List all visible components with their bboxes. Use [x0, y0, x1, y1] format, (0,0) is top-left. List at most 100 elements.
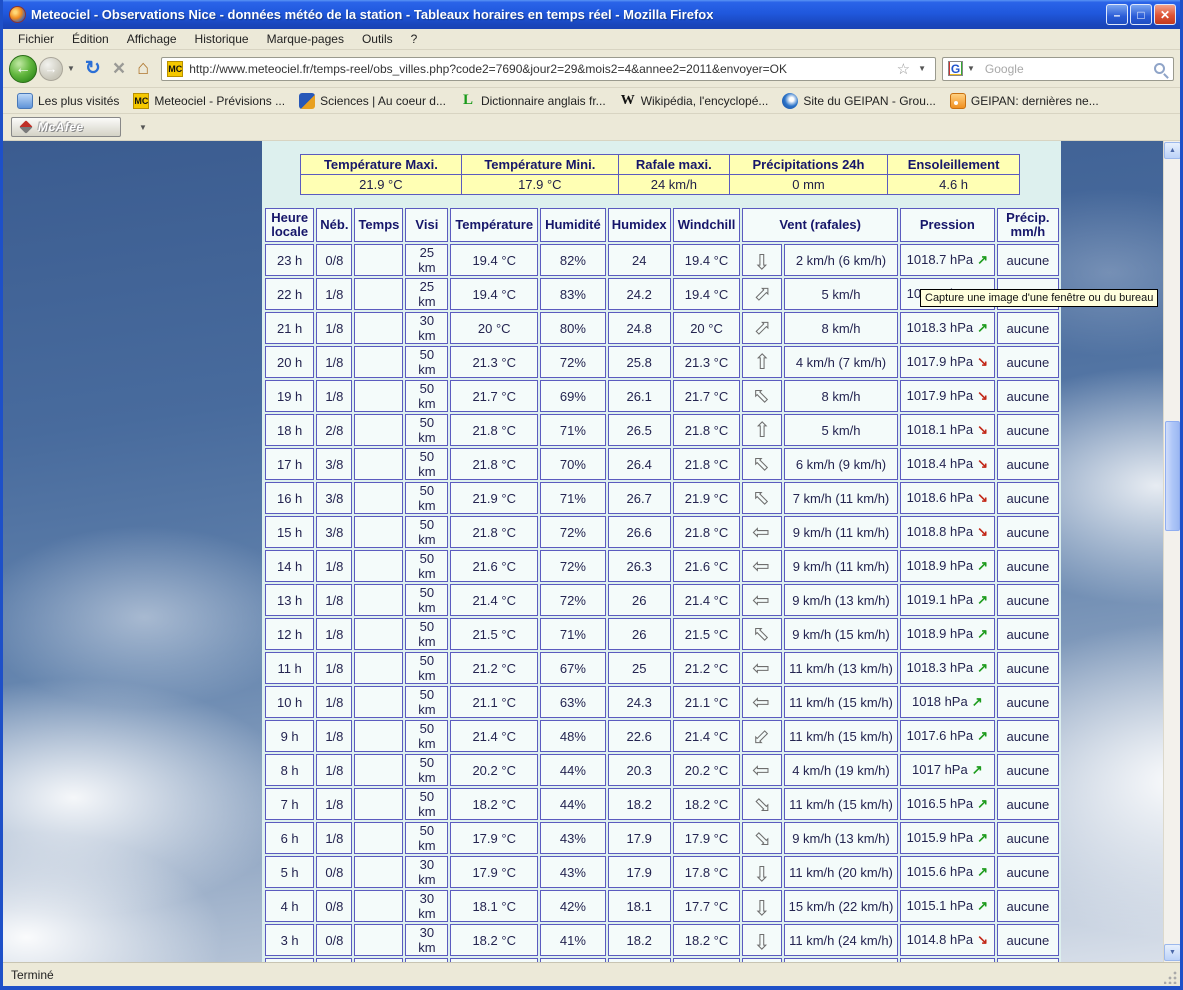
cell-pression: 1017.9 hPa↘	[900, 346, 995, 378]
cell-humidite: 43%	[540, 856, 606, 888]
cell-windchill: 21.8 °C	[673, 414, 741, 446]
cell-vent: 9 km/h (15 km/h)	[784, 618, 898, 650]
rss-icon	[950, 93, 966, 109]
bookmark-item-2[interactable]: Sciences | Au coeur d...	[293, 91, 452, 111]
cell-humidite: 71%	[540, 414, 606, 446]
cell-nebulosite: 1/8	[316, 550, 352, 582]
title-bar[interactable]: Meteociel - Observations Nice - données …	[3, 0, 1180, 29]
search-icon[interactable]	[1154, 63, 1165, 74]
bookmark-item-1[interactable]: MCMeteociel - Prévisions ...	[127, 91, 291, 111]
table-row: 14 h1/850 km21.6 °C72%26.321.6 °C⇧9 km/h…	[265, 550, 1059, 582]
cell-vent-direction: ⇧	[742, 686, 782, 718]
wind-direction-icon: ⇧	[753, 930, 771, 951]
table-row: 13 h1/850 km21.4 °C72%2621.4 °C⇧9 km/h (…	[265, 584, 1059, 616]
cell-nebulosite: 1/8	[316, 686, 352, 718]
cell-windchill: 21.3 °C	[673, 346, 741, 378]
cell-vent-direction: ⇧	[742, 924, 782, 956]
cell-temps	[354, 754, 403, 786]
maximize-button[interactable]: □	[1130, 4, 1152, 25]
back-button[interactable]: ←	[9, 55, 37, 83]
url-text[interactable]: http://www.meteociel.fr/temps-reel/obs_v…	[189, 62, 892, 76]
cell-temperature: 18.1 °C	[450, 890, 538, 922]
url-dropdown-icon[interactable]: ▼	[914, 64, 930, 73]
cell-nebulosite: 1/8	[316, 822, 352, 854]
reload-icon[interactable]: ↻	[85, 57, 101, 80]
cell-pression: 1018.8 hPa↘	[900, 516, 995, 548]
scroll-down-icon[interactable]: ▼	[1164, 944, 1180, 961]
column-header-10: Précip. mm/h	[997, 208, 1059, 242]
close-button[interactable]: ✕	[1154, 4, 1176, 25]
cell-temps	[354, 856, 403, 888]
cell-visibilite: 50 km	[405, 482, 448, 514]
home-icon[interactable]: ⌂	[137, 57, 149, 80]
wind-direction-icon: ⇧	[752, 693, 773, 711]
status-text: Terminé	[11, 968, 54, 982]
wind-direction-icon: ⇧	[749, 382, 776, 409]
menu-item-6[interactable]: ?	[402, 30, 427, 48]
cell-precipitations: aucune	[997, 244, 1059, 276]
cell-nebulosite: 1/8	[316, 754, 352, 786]
cell-precipitations: aucune	[997, 754, 1059, 786]
wind-direction-icon: ⇧	[752, 659, 773, 677]
table-header-row: Heure localeNéb.TempsVisiTempératureHumi…	[265, 208, 1059, 242]
cell-heure: 4 h	[265, 890, 314, 922]
search-input[interactable]: Google	[985, 62, 1154, 76]
cell-visibilite: 30 km	[405, 924, 448, 956]
cell-vent: 8 km/h	[784, 380, 898, 412]
mcafee-toolbar: McAfee ▼	[3, 114, 1180, 141]
menu-item-1[interactable]: Édition	[63, 30, 118, 48]
cell-temps	[354, 584, 403, 616]
bookmark-item-6[interactable]: GEIPAN: dernières ne...	[944, 91, 1105, 111]
cell-nebulosite: 3/8	[316, 448, 352, 480]
cell-temperature: 20.2 °C	[450, 754, 538, 786]
stop-icon[interactable]: ×	[113, 57, 125, 81]
cell-vent-direction: ⇧	[742, 278, 782, 310]
cell-temperature: 21.5 °C	[450, 618, 538, 650]
cell-humidex: 26.1	[608, 380, 671, 412]
mcafee-button[interactable]: McAfee	[11, 117, 121, 137]
column-header-9: Pression	[900, 208, 995, 242]
mcafee-dropdown-icon[interactable]: ▼	[135, 123, 151, 132]
forward-button[interactable]: →	[39, 57, 63, 81]
cell-windchill: 18.2 °C	[673, 924, 741, 956]
cell-vent-direction: ⇧	[742, 312, 782, 344]
cell-vent: 9 km/h (13 km/h)	[784, 584, 898, 616]
scroll-up-icon[interactable]: ▲	[1164, 142, 1180, 159]
cell-visibilite: 50 km	[405, 380, 448, 412]
cell-visibilite: 50 km	[405, 550, 448, 582]
search-box[interactable]: G ▼ Google	[942, 57, 1174, 81]
summary-value-cell: 21.9 °C	[301, 175, 462, 195]
menu-item-5[interactable]: Outils	[353, 30, 402, 48]
bookmarks-toolbar: Les plus visitésMCMeteociel - Prévisions…	[3, 88, 1180, 114]
cell-temperature: 21.8 °C	[450, 448, 538, 480]
menu-item-2[interactable]: Affichage	[118, 30, 186, 48]
screenshot-tooltip: Capture une image d'une fenêtre ou du bu…	[920, 289, 1158, 307]
pressure-trend-up-icon: ↗	[977, 320, 988, 335]
minimize-button[interactable]: –	[1106, 4, 1128, 25]
menu-item-3[interactable]: Historique	[186, 30, 258, 48]
cell-vent-direction: ⇧	[742, 380, 782, 412]
cell-pression: 1018.3 hPa↗	[900, 312, 995, 344]
cell-windchill: 17.9 °C	[673, 822, 741, 854]
pressure-trend-up-icon: ↗	[977, 796, 988, 811]
bookmark-item-5[interactable]: Site du GEIPAN - Grou...	[776, 91, 942, 111]
cell-vent: 9 km/h (11 km/h)	[784, 550, 898, 582]
bookmark-item-3[interactable]: LDictionnaire anglais fr...	[454, 91, 612, 111]
cell-visibilite: 50 km	[405, 652, 448, 684]
menu-item-0[interactable]: Fichier	[9, 30, 63, 48]
cell-humidite: 71%	[540, 618, 606, 650]
bookmark-item-0[interactable]: Les plus visités	[11, 91, 125, 111]
cell-precipitations: aucune	[997, 448, 1059, 480]
url-bar[interactable]: MC http://www.meteociel.fr/temps-reel/ob…	[161, 57, 936, 81]
vertical-scrollbar[interactable]: ▲ ▼	[1163, 141, 1180, 962]
menu-item-4[interactable]: Marque-pages	[258, 30, 353, 48]
history-dropdown-icon[interactable]: ▼	[63, 64, 79, 73]
scrollbar-thumb[interactable]	[1165, 421, 1180, 531]
column-header-0: Heure locale	[265, 208, 314, 242]
table-row: 6 h1/850 km17.9 °C43%17.917.9 °C⇧9 km/h …	[265, 822, 1059, 854]
bookmark-item-4[interactable]: WWikipédia, l'encyclopé...	[614, 91, 775, 111]
cell-pression: 1018.4 hPa↘	[900, 448, 995, 480]
bookmark-star-icon[interactable]: ☆	[893, 60, 914, 78]
resize-grip[interactable]	[1164, 970, 1178, 984]
search-engine-dropdown-icon[interactable]: ▼	[963, 64, 979, 73]
